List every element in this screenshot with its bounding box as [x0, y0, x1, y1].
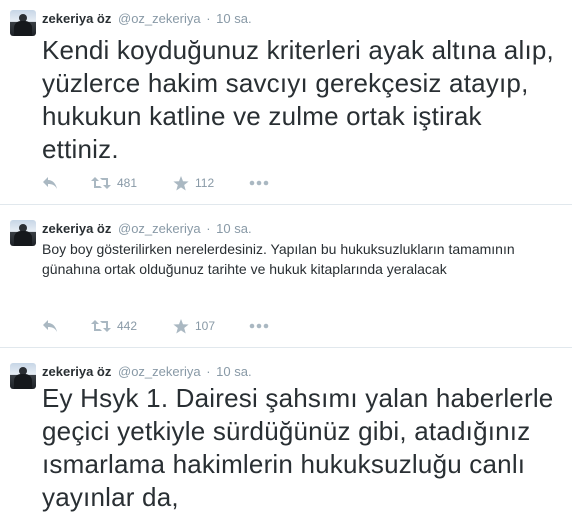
more-button[interactable]	[249, 174, 269, 192]
more-icon	[249, 180, 269, 186]
retweet-icon	[91, 177, 111, 189]
avatar[interactable]	[10, 10, 36, 36]
tweet: zekeriya öz @oz_zekeriya · 10 sa. Ey Hsy…	[0, 348, 572, 513]
separator: ·	[206, 364, 211, 379]
tweet-actions: 481 112	[42, 174, 282, 192]
separator: ·	[206, 221, 211, 236]
author-name[interactable]: zekeriya öz	[42, 364, 111, 379]
reply-icon	[43, 177, 57, 189]
tweet-header: zekeriya öz @oz_zekeriya · 10 sa.	[42, 11, 252, 27]
favorite-count: 107	[195, 319, 216, 333]
reply-icon	[43, 320, 57, 332]
favorite-button[interactable]: 107	[173, 317, 215, 335]
tweet-text: Boy boy gösterilirken nerelerdesiniz. Ya…	[42, 241, 515, 277]
tweet: zekeriya öz @oz_zekeriya · 10 sa. Kendi …	[0, 0, 572, 205]
timestamp[interactable]: 10 sa.	[216, 364, 251, 379]
star-icon	[173, 175, 189, 190]
tweet-header: zekeriya öz @oz_zekeriya · 10 sa.	[42, 364, 252, 380]
avatar[interactable]	[10, 363, 36, 389]
author-handle[interactable]: @oz_zekeriya	[118, 11, 201, 26]
tweet-actions: 442 107	[42, 317, 282, 335]
retweet-count: 442	[117, 319, 138, 333]
author-name[interactable]: zekeriya öz	[42, 11, 111, 26]
retweet-button[interactable]: 481	[91, 174, 137, 192]
author-handle[interactable]: @oz_zekeriya	[118, 364, 201, 379]
author-handle[interactable]: @oz_zekeriya	[118, 221, 201, 236]
star-icon	[173, 318, 189, 333]
retweet-button[interactable]: 442	[91, 317, 137, 335]
favorite-count: 112	[195, 176, 215, 190]
tweet: zekeriya öz @oz_zekeriya · 10 sa. Boy bo…	[0, 205, 572, 348]
separator: ·	[206, 11, 211, 26]
favorite-button[interactable]: 112	[173, 174, 214, 192]
retweet-icon	[91, 320, 111, 332]
timestamp[interactable]: 10 sa.	[216, 11, 251, 26]
tweet-text: Ey Hsyk 1. Dairesi şahsımı yalan haberle…	[42, 383, 554, 512]
more-button[interactable]	[249, 317, 269, 335]
tweet-text: Kendi koyduğunuz kriterleri ayak altına …	[42, 35, 554, 164]
avatar[interactable]	[10, 220, 36, 246]
timestamp[interactable]: 10 sa.	[216, 221, 251, 236]
more-icon	[249, 323, 269, 329]
retweet-count: 481	[117, 176, 138, 190]
tweet-header: zekeriya öz @oz_zekeriya · 10 sa.	[42, 221, 252, 237]
reply-button[interactable]	[42, 317, 58, 335]
reply-button[interactable]	[42, 174, 58, 192]
author-name[interactable]: zekeriya öz	[42, 221, 111, 236]
